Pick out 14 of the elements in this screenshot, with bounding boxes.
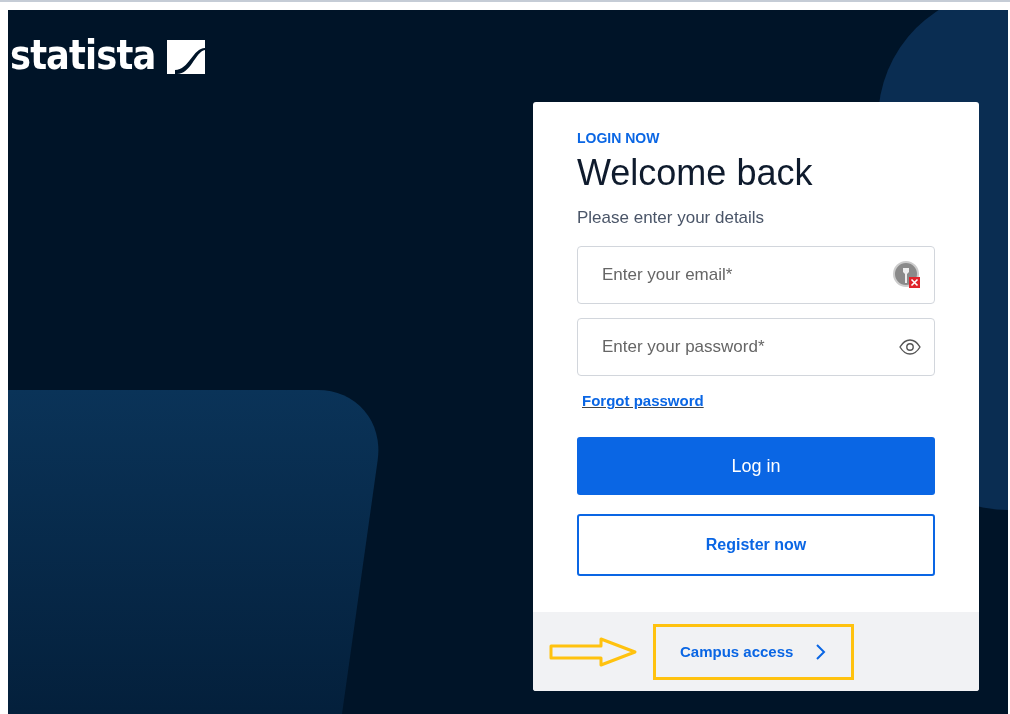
forgot-password-link[interactable]: Forgot password — [582, 392, 704, 409]
key-badge-icon[interactable] — [893, 261, 921, 289]
chevron-right-icon — [815, 642, 828, 661]
login-button[interactable]: Log in — [577, 437, 935, 495]
logo-text: statista — [10, 31, 156, 79]
input-field[interactable]: Enter your email* — [577, 246, 935, 304]
input-field[interactable]: Enter your password* — [577, 318, 935, 376]
eyebrow-label: LOGIN NOW — [577, 130, 661, 146]
welcome-heading: Welcome back — [577, 152, 814, 194]
eye-icon[interactable] — [899, 339, 921, 355]
register-button[interactable]: Register now — [577, 514, 935, 576]
subtitle-text: Please enter your details — [577, 208, 766, 228]
campus-access-link[interactable]: Campus access — [660, 630, 848, 673]
logo-mark-icon — [167, 40, 205, 74]
